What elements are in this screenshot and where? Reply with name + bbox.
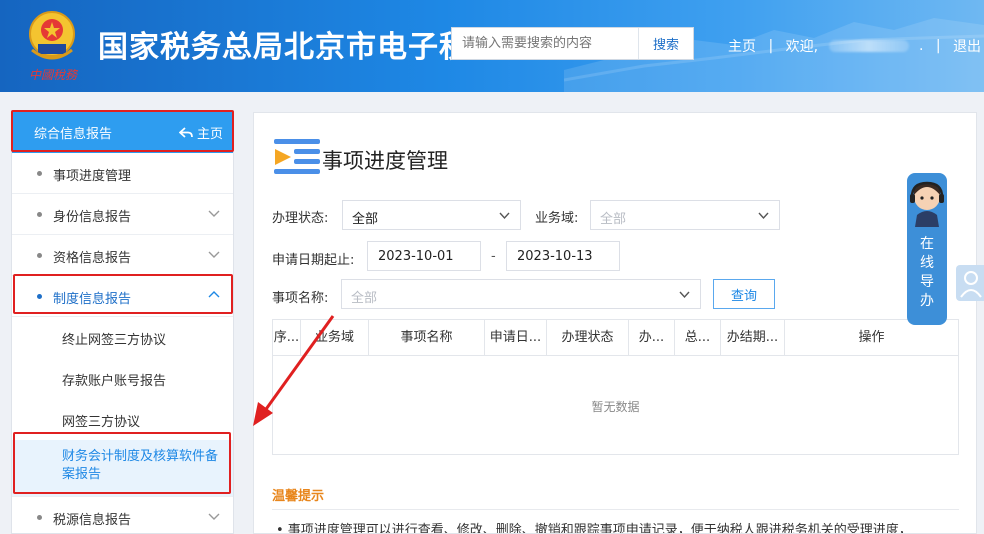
sidebar: 综合信息报告 主页 事项进度管理 身份信息报告 资格信息报告 制度信息报告 终止…	[11, 110, 234, 534]
home-link[interactable]: 主页	[728, 36, 756, 56]
date-range-label: 申请日期起止:	[272, 253, 355, 268]
sidebar-header[interactable]: 综合信息报告 主页	[12, 111, 233, 153]
site-title: 国家税务总局北京市电子税务局	[98, 30, 458, 62]
link-separator: |	[768, 38, 774, 54]
status-label: 办理状态:	[272, 211, 329, 226]
sidebar-item-label: 制度信息报告	[53, 292, 132, 307]
sidebar-subitem-label: 网签三方协议	[62, 415, 141, 430]
date-start-input[interactable]: 2023-10-01	[367, 241, 481, 271]
sidebar-subitem-label: 财务会计制度及核算软件备案报告	[62, 449, 219, 482]
table-header: 序... 业务域 事项名称 申请日... 办理状态 办... 总... 办结期.…	[273, 320, 958, 356]
item-name-label: 事项名称:	[272, 291, 329, 306]
logout-link[interactable]: 退出	[953, 36, 981, 56]
sidebar-subitem-accounting-filing[interactable]: 财务会计制度及核算软件备案报告	[12, 440, 233, 496]
column-header: 操作	[858, 330, 885, 345]
domain-select[interactable]: 全部	[590, 200, 780, 230]
bullet-icon	[37, 294, 42, 299]
column-header[interactable]: 办结期...	[721, 320, 785, 356]
return-arrow-icon	[178, 127, 193, 138]
customer-service-avatar-icon	[910, 181, 944, 227]
column-header[interactable]: 总...	[675, 320, 721, 356]
column-header[interactable]: 办理状态	[547, 320, 629, 356]
welcome-suffix: .	[918, 38, 924, 54]
progress-list-icon	[274, 139, 320, 174]
sidebar-subitem-terminate-agreement[interactable]: 终止网签三方协议	[12, 317, 233, 358]
status-select[interactable]: 全部	[342, 200, 521, 230]
chevron-down-icon	[208, 210, 220, 217]
sidebar-item-label: 税源信息报告	[53, 513, 132, 528]
sidebar-subitem-label: 终止网签三方协议	[62, 333, 167, 348]
sidebar-item-label: 事项进度管理	[53, 169, 132, 184]
column-header[interactable]: 办...	[629, 320, 675, 356]
top-header: 中國稅務 国家税务总局北京市电子税务局 搜索 主页 | 欢迎, . | 退出	[0, 0, 984, 92]
bullet-icon	[37, 212, 42, 217]
sidebar-home-label: 主页	[196, 127, 223, 142]
link-separator: |	[935, 38, 941, 54]
chevron-down-icon	[208, 513, 220, 520]
sidebar-header-title: 综合信息报告	[34, 127, 113, 142]
page-title: 事项进度管理	[322, 149, 448, 173]
welcome-text: 欢迎,	[785, 39, 819, 55]
sidebar-item-label: 资格信息报告	[53, 251, 132, 266]
date-end-input[interactable]: 2023-10-13	[506, 241, 620, 271]
bullet-icon	[37, 253, 42, 258]
sidebar-item-progress[interactable]: 事项进度管理	[12, 153, 233, 194]
date-start-value: 2023-10-01	[378, 249, 454, 264]
sidebar-item-identity[interactable]: 身份信息报告	[12, 194, 233, 235]
sidebar-item-label: 身份信息报告	[53, 210, 132, 225]
search-box: 搜索	[451, 27, 694, 60]
sidebar-subitem-label: 存款账户账号报告	[62, 374, 167, 389]
domain-label: 业务域:	[535, 211, 579, 226]
online-guide-text: 在线导办	[907, 235, 947, 311]
main-panel: 事项进度管理 办理状态: 全部 业务域: 全部 申请日期起止: 2023-10-…	[253, 112, 977, 534]
status-select-value: 全部	[352, 212, 379, 227]
top-user-links: 主页 | 欢迎, . | 退出	[728, 36, 981, 56]
progress-table: 序... 业务域 事项名称 申请日... 办理状态 办... 总... 办结期.…	[272, 319, 959, 455]
chevron-down-icon	[758, 212, 769, 220]
online-guide-widget[interactable]: 在线导办	[907, 173, 947, 325]
side-user-icon[interactable]	[956, 265, 984, 301]
user-icon	[960, 271, 982, 298]
sidebar-item-qualification[interactable]: 资格信息报告	[12, 235, 233, 276]
domain-select-placeholder: 全部	[600, 212, 627, 227]
online-guide-label: 在线导办	[920, 236, 934, 309]
chevron-down-icon	[208, 251, 220, 258]
chevron-up-icon	[208, 291, 220, 298]
bullet-icon	[37, 171, 42, 176]
username-redacted	[828, 40, 909, 52]
sidebar-home-link[interactable]: 主页	[178, 123, 223, 142]
tips-title: 温馨提示	[272, 489, 325, 504]
chevron-down-icon	[499, 212, 510, 220]
sidebar-item-system[interactable]: 制度信息报告	[12, 276, 233, 317]
item-name-placeholder: 全部	[351, 291, 378, 306]
column-header[interactable]: 事项名称	[369, 320, 485, 356]
search-input[interactable]	[452, 28, 637, 59]
tips-divider	[272, 509, 959, 510]
bullet-icon	[37, 515, 42, 520]
tax-emblem-icon	[29, 11, 75, 60]
item-name-select[interactable]: 全部	[341, 279, 701, 309]
date-separator: -	[491, 249, 496, 264]
tips-text: • 事项进度管理可以进行查看、修改、删除、撤销和跟踪事项申请记录，便于纳税人跟进…	[276, 523, 912, 534]
sidebar-subitem-bank-account[interactable]: 存款账户账号报告	[12, 358, 233, 399]
search-button[interactable]: 搜索	[638, 28, 693, 59]
table-empty-text: 暂无数据	[591, 400, 640, 414]
date-end-value: 2023-10-13	[517, 249, 593, 264]
sidebar-item-tax-source[interactable]: 税源信息报告	[12, 496, 233, 533]
column-header[interactable]: 序...	[273, 320, 301, 356]
query-button[interactable]: 查询	[713, 279, 775, 309]
column-header[interactable]: 业务域	[301, 320, 369, 356]
logo-script-text: 中國稅務	[28, 68, 77, 82]
column-header[interactable]: 申请日...	[485, 320, 547, 356]
sidebar-subitem-tripartite-agreement[interactable]: 网签三方协议	[12, 399, 233, 440]
chevron-down-icon	[679, 291, 690, 299]
